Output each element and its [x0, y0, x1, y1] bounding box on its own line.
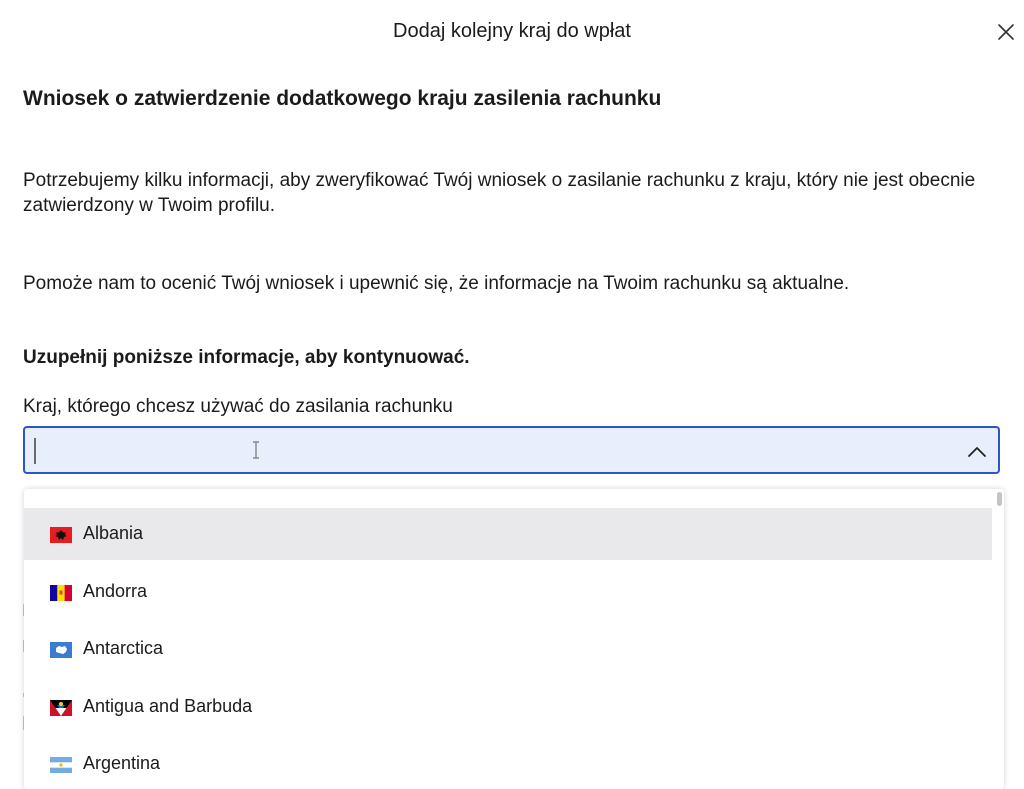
country-option-albania[interactable]: Albania	[24, 508, 992, 560]
country-field-label: Kraj, którego chcesz używać do zasilania…	[23, 396, 453, 417]
country-option-argentina[interactable]: Argentina	[24, 738, 992, 789]
antarctica-flag-icon	[50, 642, 72, 658]
country-search-input[interactable]	[33, 434, 937, 468]
country-option-antigua-and-barbuda[interactable]: Antigua and Barbuda	[24, 681, 992, 733]
text-cursor-icon	[253, 441, 259, 459]
option-label: Andorra	[83, 580, 148, 601]
country-option-antarctica[interactable]: Antarctica	[24, 623, 992, 675]
close-button[interactable]	[994, 20, 1018, 44]
close-icon	[998, 24, 1014, 40]
argentina-flag-icon	[50, 757, 72, 773]
option-label: Argentina	[83, 753, 161, 773]
country-options-list: Albania Andorra Antarctica Antigua and B…	[24, 508, 992, 789]
page-heading: Wniosek o zatwierdzenie dodatkowego kraj…	[23, 87, 662, 110]
chevron-up-icon[interactable]	[966, 441, 988, 463]
option-label: Antarctica	[83, 638, 164, 658]
dropdown-scrollbar[interactable]	[994, 489, 1004, 789]
antigua-flag-icon	[50, 699, 72, 716]
country-option-andorra[interactable]: Andorra	[24, 566, 992, 618]
country-select[interactable]	[23, 426, 1000, 474]
option-label: Antigua and Barbuda	[83, 695, 253, 716]
modal-title: Dodaj kolejny kraj do wpłat	[393, 20, 631, 42]
scrollbar-thumb[interactable]	[997, 492, 1002, 506]
form-subheading: Uzupełnij poniższe informacje, aby konty…	[23, 347, 470, 368]
intro-paragraph: Potrzebujemy kilku informacji, aby zwery…	[23, 170, 976, 216]
modal-dialog: Dodaj kolejny kraj do wpłat Wniosek o za…	[0, 0, 1024, 789]
modal-header: Dodaj kolejny kraj do wpłat	[0, 0, 1024, 66]
option-label: Albania	[83, 523, 144, 543]
andorra-flag-icon	[50, 584, 72, 601]
albania-flag-icon	[50, 527, 72, 543]
country-dropdown: Albania Andorra Antarctica Antigua and B…	[24, 489, 1004, 789]
assessment-paragraph: Pomoże nam to ocenić Twój wniosek i upew…	[23, 273, 850, 294]
text-caret	[34, 438, 36, 464]
